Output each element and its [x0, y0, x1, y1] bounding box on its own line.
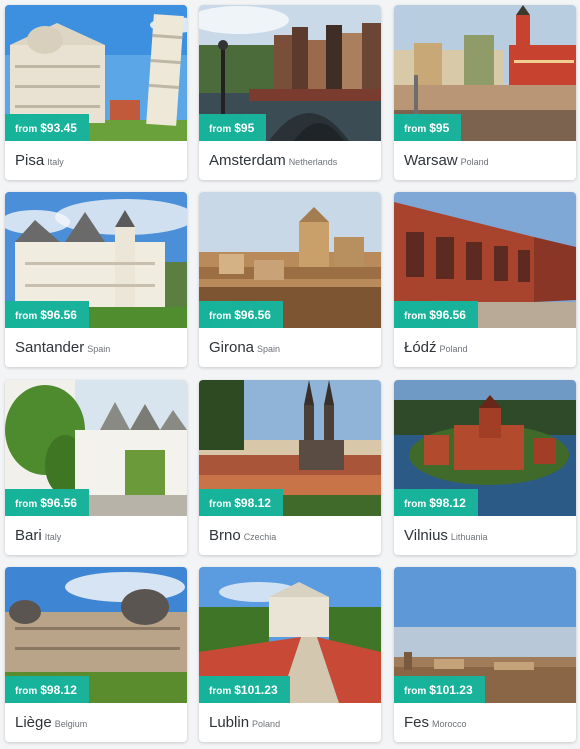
city-name[interactable]: Vilnius — [404, 527, 448, 544]
city-name[interactable]: Amsterdam — [209, 152, 286, 169]
price-badge: from $96.56 — [199, 301, 283, 328]
destination-photo[interactable]: from $101.23 — [394, 567, 576, 703]
destination-photo[interactable]: from $98.12 — [394, 380, 576, 516]
country-name: Spain — [87, 344, 111, 354]
destination-caption: Santander Spain — [15, 328, 110, 367]
country-name: Czechia — [243, 532, 277, 542]
country-name: Spain — [257, 344, 281, 354]
price-amount: $101.23 — [234, 683, 278, 697]
destination-caption: Amsterdam Netherlands — [209, 141, 337, 180]
destination-card-lublin[interactable]: from $101.23 Lublin Poland — [199, 567, 381, 742]
city-name[interactable]: Liège — [15, 714, 52, 731]
price-amount: $96.56 — [40, 308, 77, 322]
destination-photo[interactable]: from $96.56 — [394, 192, 576, 328]
destination-caption: Warsaw Poland — [404, 141, 489, 180]
price-amount: $98.12 — [234, 496, 271, 510]
destination-caption: Vilnius Lithuania — [404, 516, 487, 555]
price-badge: from $96.56 — [5, 489, 89, 516]
price-badge: from $96.56 — [394, 301, 478, 328]
destination-photo[interactable]: from $98.12 — [199, 380, 381, 516]
destination-caption: Bari Italy — [15, 516, 61, 555]
destination-card-santander[interactable]: from $96.56 Santander Spain — [5, 192, 187, 367]
destination-caption: Fes Morocco — [404, 703, 467, 742]
price-prefix: from — [404, 686, 427, 697]
city-name[interactable]: Brno — [209, 527, 241, 544]
destination-card-fes[interactable]: from $101.23 Fes Morocco — [394, 567, 576, 742]
price-prefix: from — [209, 311, 232, 322]
price-amount: $93.45 — [40, 121, 77, 135]
destination-card-lodz[interactable]: from $96.56 Łódź Poland — [394, 192, 576, 367]
price-amount: $96.56 — [40, 496, 77, 510]
price-badge: from $101.23 — [199, 676, 290, 703]
destination-photo[interactable]: from $95 — [394, 5, 576, 141]
country-name: Poland — [460, 157, 489, 167]
price-prefix: from — [404, 499, 427, 510]
city-name[interactable]: Fes — [404, 714, 429, 731]
destination-photo[interactable]: from $96.56 — [199, 192, 381, 328]
price-badge: from $95 — [199, 114, 267, 141]
country-name: Poland — [439, 344, 468, 354]
price-prefix: from — [15, 311, 38, 322]
destination-grid: from $93.45 Pisa Italy from $95 Amsterda… — [0, 0, 580, 749]
destination-card-pisa[interactable]: from $93.45 Pisa Italy — [5, 5, 187, 180]
price-amount: $96.56 — [429, 308, 466, 322]
destination-card-brno[interactable]: from $98.12 Brno Czechia — [199, 380, 381, 555]
price-badge: from $95 — [394, 114, 462, 141]
destination-card-bari[interactable]: from $96.56 Bari Italy — [5, 380, 187, 555]
city-name[interactable]: Girona — [209, 339, 254, 356]
destination-caption: Liège Belgium — [15, 703, 87, 742]
city-name[interactable]: Lublin — [209, 714, 249, 731]
price-badge: from $98.12 — [394, 489, 478, 516]
price-prefix: from — [15, 686, 38, 697]
country-name: Italy — [47, 157, 64, 167]
destination-caption: Lublin Poland — [209, 703, 280, 742]
destination-photo[interactable]: from $93.45 — [5, 5, 187, 141]
price-badge: from $98.12 — [199, 489, 283, 516]
destination-photo[interactable]: from $96.56 — [5, 192, 187, 328]
city-name[interactable]: Bari — [15, 527, 42, 544]
price-amount: $98.12 — [429, 496, 466, 510]
destination-card-vilnius[interactable]: from $98.12 Vilnius Lithuania — [394, 380, 576, 555]
price-prefix: from — [404, 124, 427, 135]
price-prefix: from — [404, 311, 427, 322]
destination-photo[interactable]: from $96.56 — [5, 380, 187, 516]
destination-caption: Brno Czechia — [209, 516, 276, 555]
country-name: Netherlands — [288, 157, 338, 167]
price-prefix: from — [209, 124, 232, 135]
country-name: Poland — [252, 719, 281, 729]
price-prefix: from — [209, 686, 232, 697]
price-badge: from $98.12 — [5, 676, 89, 703]
price-badge: from $96.56 — [5, 301, 89, 328]
price-amount: $98.12 — [40, 683, 77, 697]
destination-card-girona[interactable]: from $96.56 Girona Spain — [199, 192, 381, 367]
destination-photo[interactable]: from $98.12 — [5, 567, 187, 703]
country-name: Morocco — [432, 719, 467, 729]
destination-card-warsaw[interactable]: from $95 Warsaw Poland — [394, 5, 576, 180]
destination-caption: Łódź Poland — [404, 328, 468, 367]
price-amount: $95 — [234, 121, 255, 135]
destination-caption: Girona Spain — [209, 328, 280, 367]
destination-photo[interactable]: from $95 — [199, 5, 381, 141]
price-badge: from $93.45 — [5, 114, 89, 141]
destination-photo[interactable]: from $101.23 — [199, 567, 381, 703]
price-prefix: from — [15, 124, 38, 135]
city-name[interactable]: Santander — [15, 339, 84, 356]
price-amount: $95 — [429, 121, 450, 135]
price-amount: $101.23 — [429, 683, 473, 697]
country-name: Lithuania — [450, 532, 488, 542]
city-name[interactable]: Pisa — [15, 152, 44, 169]
price-prefix: from — [209, 499, 232, 510]
price-amount: $96.56 — [234, 308, 271, 322]
country-name: Belgium — [54, 719, 88, 729]
city-name[interactable]: Łódź — [404, 339, 437, 356]
price-prefix: from — [15, 499, 38, 510]
city-name[interactable]: Warsaw — [404, 152, 458, 169]
destination-card-liege[interactable]: from $98.12 Liège Belgium — [5, 567, 187, 742]
destination-caption: Pisa Italy — [15, 141, 64, 180]
price-badge: from $101.23 — [394, 676, 485, 703]
country-name: Italy — [44, 532, 62, 542]
destination-card-amsterdam[interactable]: from $95 Amsterdam Netherlands — [199, 5, 381, 180]
